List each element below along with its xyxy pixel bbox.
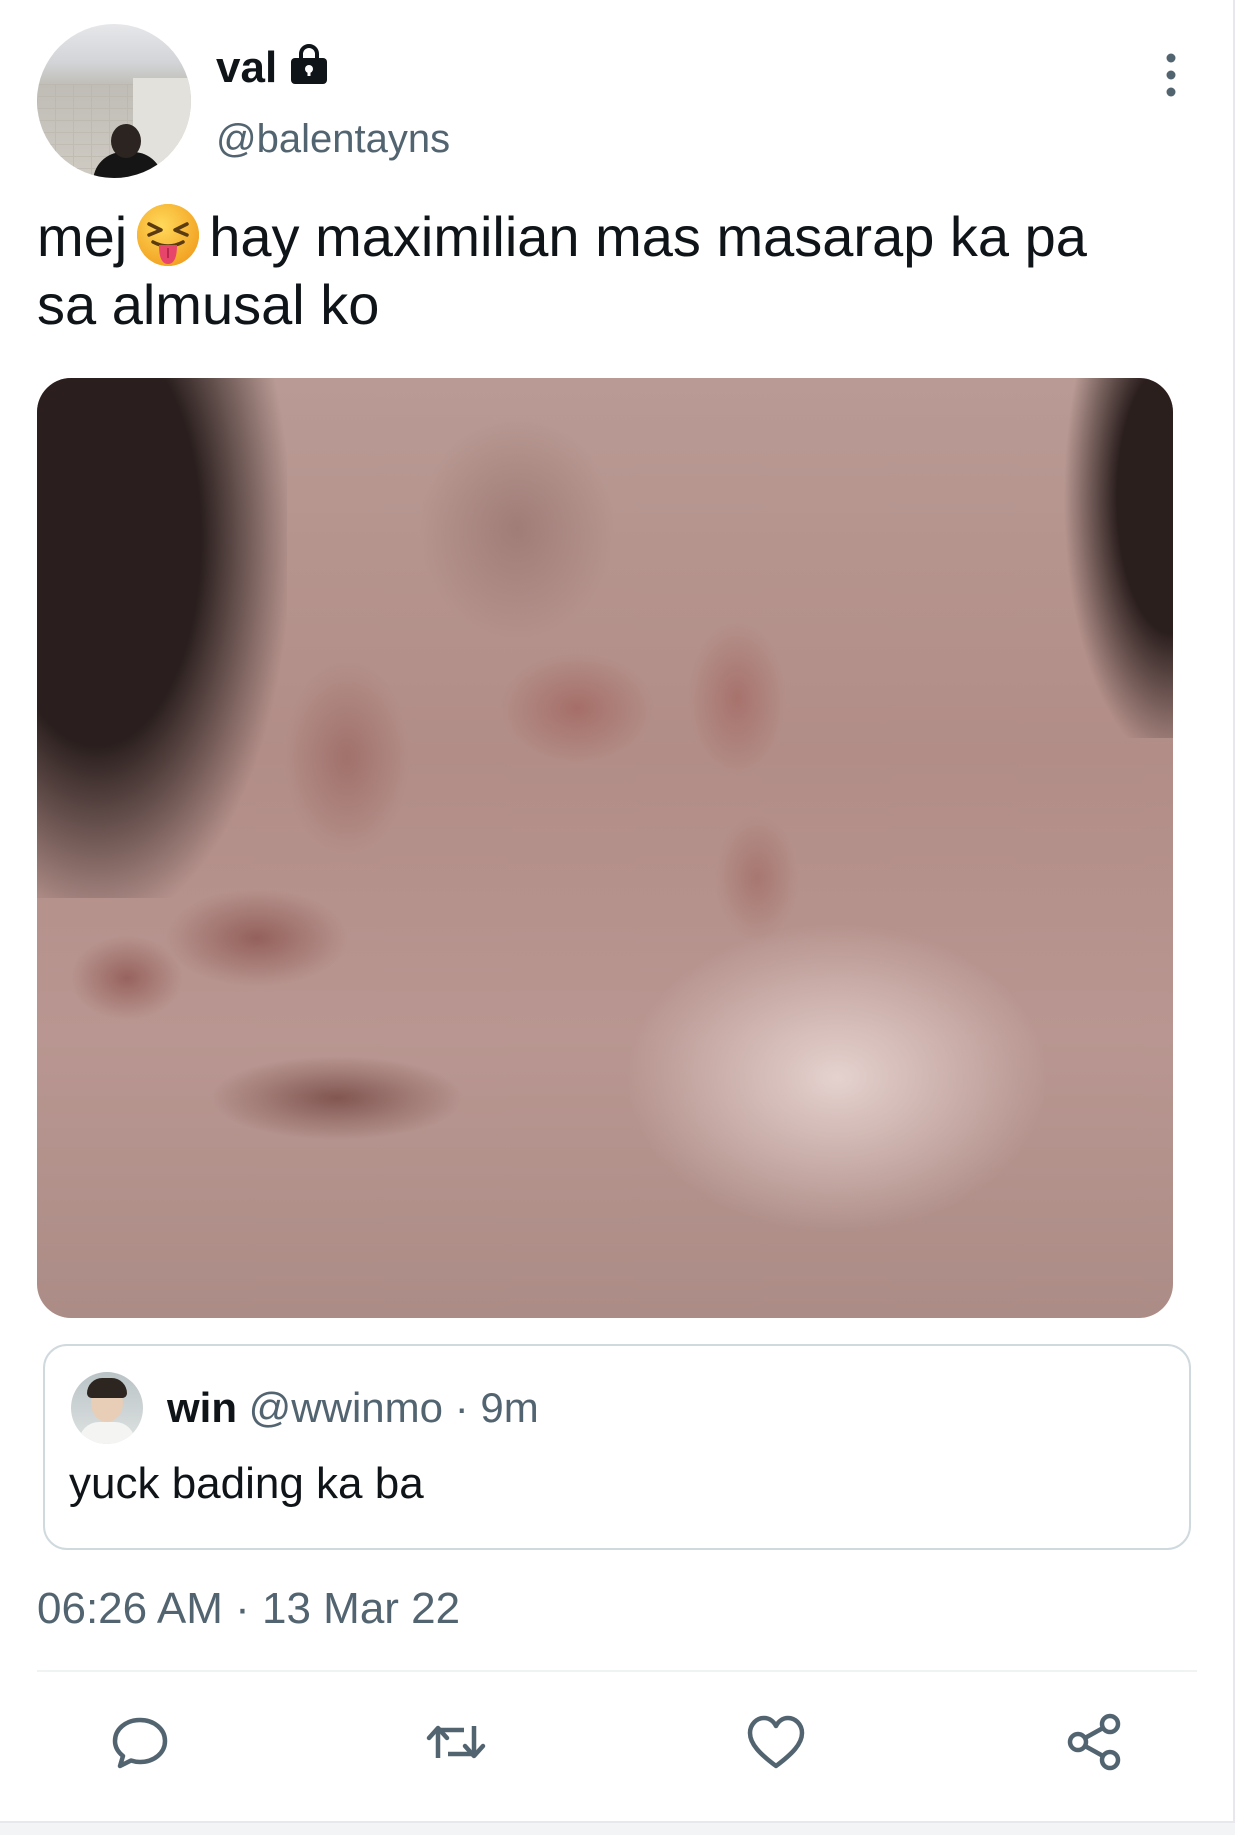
quoted-tweet-time: · 9m: [454, 1384, 539, 1431]
retweet-icon[interactable]: [426, 1712, 486, 1772]
quoted-author-avatar[interactable]: [71, 1372, 143, 1444]
tweet-text-start: mej: [37, 205, 128, 268]
divider: [37, 1670, 1197, 1672]
tweet-text-rest: hay maximilian mas masarap ka pa: [209, 205, 1087, 268]
bottom-edge: [0, 1821, 1235, 1835]
tweet-text-line-2: sa almusal ko: [37, 273, 380, 336]
quoted-author-handle[interactable]: @wwinmo: [249, 1384, 443, 1431]
lock-icon: [286, 42, 332, 88]
share-icon[interactable]: [1064, 1712, 1124, 1772]
squinting-tongue-emoji-icon: [135, 202, 201, 268]
quoted-author-name[interactable]: win: [167, 1384, 237, 1431]
quoted-tweet-text: yuck bading ka ba: [69, 1459, 424, 1508]
reply-icon[interactable]: [110, 1712, 170, 1772]
like-icon[interactable]: [746, 1712, 806, 1772]
media-hair-right: [1043, 378, 1173, 738]
tweet-text: mej hay maximilian mas masarap ka pa sa …: [37, 202, 1197, 339]
author-avatar[interactable]: [37, 24, 191, 178]
quoted-tweet-card[interactable]: win @wwinmo · 9m yuck bading ka ba: [43, 1344, 1191, 1550]
tweet-media-photo[interactable]: [37, 378, 1173, 1318]
author-display-name[interactable]: val: [216, 42, 277, 94]
quoted-tweet-header: win @wwinmo · 9m: [167, 1382, 539, 1434]
author-handle[interactable]: @balentayns: [216, 114, 450, 164]
more-options-icon[interactable]: [1156, 50, 1186, 100]
media-hair-left: [37, 378, 287, 898]
tweet-timestamp[interactable]: 06:26 AM · 13 Mar 22: [37, 1582, 460, 1636]
